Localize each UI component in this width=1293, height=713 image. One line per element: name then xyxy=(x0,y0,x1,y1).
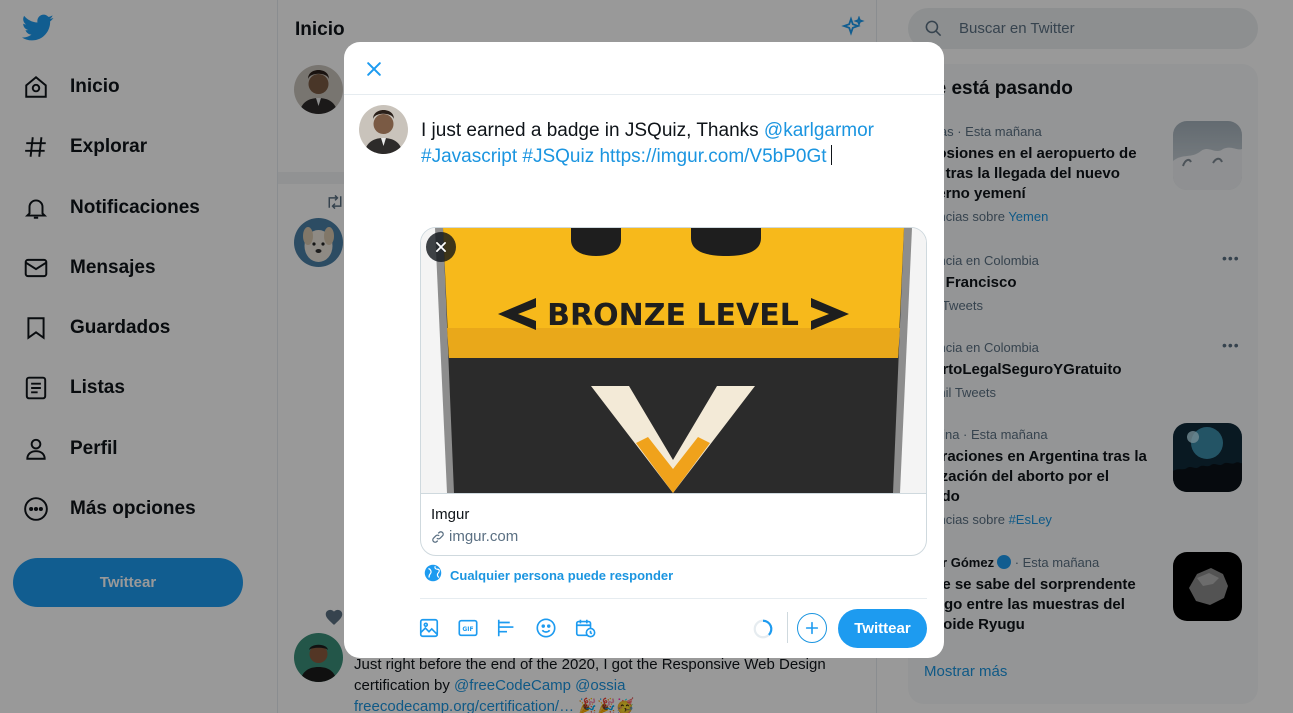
globe-icon xyxy=(424,564,442,587)
compose-tweet-dialog: I just earned a badge in JSQuiz, Thanks … xyxy=(344,42,944,658)
gif-icon[interactable]: GIF xyxy=(456,616,480,640)
avatar[interactable] xyxy=(359,105,408,154)
hashtag-link[interactable]: #JSQuiz xyxy=(522,146,594,167)
emoji-icon[interactable] xyxy=(534,616,558,640)
card-domain-text: imgur.com xyxy=(449,528,519,545)
card-meta: Imgur imgur.com xyxy=(421,493,926,555)
compose-text-body: I just earned a badge in JSQuiz, Thanks xyxy=(421,120,764,141)
character-count-ring xyxy=(752,618,774,640)
schedule-icon[interactable] xyxy=(573,616,597,640)
text-caret xyxy=(830,145,832,165)
card-site-name: Imgur xyxy=(431,506,470,523)
reply-setting-label: Cualquier persona puede responder xyxy=(450,568,674,583)
link-preview-card[interactable]: BRONZE LEVEL Imgur imgur.com xyxy=(420,227,927,556)
hashtag-link[interactable]: #Javascript xyxy=(421,146,517,167)
mention-link[interactable]: @karlgarmor xyxy=(764,120,874,141)
remove-card-button[interactable] xyxy=(426,232,456,262)
close-icon[interactable] xyxy=(358,53,390,85)
image-icon[interactable] xyxy=(417,616,441,640)
add-tweet-button[interactable] xyxy=(797,613,827,643)
compose-textarea[interactable]: I just earned a badge in JSQuiz, Thanks … xyxy=(421,118,901,170)
link-icon xyxy=(431,530,445,544)
submit-tweet-button[interactable]: Twittear xyxy=(838,609,927,648)
poll-icon[interactable] xyxy=(495,616,519,640)
card-domain: imgur.com xyxy=(431,528,518,545)
toolbar-separator xyxy=(787,612,788,643)
url-link[interactable]: https://imgur.com/V5bP0Gt xyxy=(599,146,826,167)
badge-label: BRONZE LEVEL xyxy=(547,298,799,333)
card-image: BRONZE LEVEL xyxy=(421,228,926,493)
svg-text:GIF: GIF xyxy=(462,626,473,633)
toolbar-divider xyxy=(420,598,927,599)
reply-setting-button[interactable]: Cualquier persona puede responder xyxy=(424,564,673,587)
dialog-header xyxy=(344,42,944,95)
